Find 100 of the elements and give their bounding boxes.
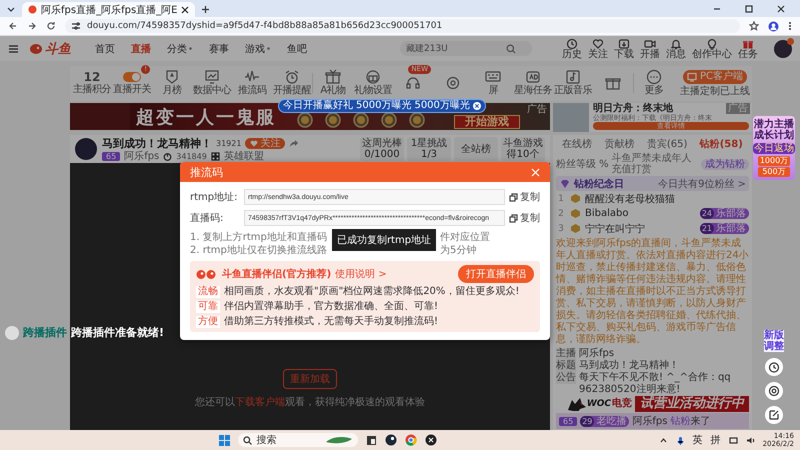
site-logo[interactable]: 斗鱼 [29, 40, 71, 58]
copy-icon [509, 192, 518, 202]
rank-number: 1 [557, 194, 565, 204]
toolbar-item[interactable]: 更多 [634, 67, 674, 98]
stat-label: 全站榜 [461, 144, 491, 154]
menu-icon[interactable] [8, 44, 19, 54]
start-game-button[interactable]: 开始游戏 [454, 115, 520, 129]
circle-app-icon[interactable] [385, 434, 398, 446]
stat-card[interactable]: 这周光棒 0/1000 [360, 137, 404, 161]
stat-card[interactable]: 1星挑战 1/3 [407, 137, 451, 161]
browser-tab[interactable]: 阿乐fps直播_阿乐fps直播_阿E [22, 2, 196, 17]
notice-text: 斗鱼严禁未成年人充值打赏 [612, 153, 693, 175]
nav-link[interactable]: 直播 [131, 42, 151, 56]
new-version-link[interactable]: 新版调整 [764, 330, 784, 352]
more-menu-icon[interactable] [788, 21, 792, 31]
close-icon[interactable] [776, 4, 786, 14]
microphone-icon[interactable] [676, 436, 685, 444]
forward-arrow-icon[interactable] [27, 21, 37, 31]
taskbar-search[interactable]: 搜索 [238, 433, 358, 447]
anniversary-count[interactable]: 今日共有9位粉丝 > [658, 176, 746, 190]
toolbar-item[interactable]: 正版音乐 [553, 67, 593, 98]
network-icon[interactable] [728, 436, 738, 444]
windows-logo-icon[interactable] [219, 434, 230, 446]
speaker-icon[interactable] [746, 436, 755, 444]
input-method-indicator[interactable]: 英 [692, 433, 703, 447]
new-tab-icon[interactable] [201, 5, 210, 14]
profile-icon[interactable] [768, 20, 779, 32]
tooltip: 已成功复制rtmp地址 [332, 229, 436, 251]
fan-name: Bibalabo [585, 208, 628, 219]
stat-value: 得10个 [506, 149, 540, 160]
rank-tab[interactable]: 贵宾(65) [646, 136, 688, 150]
fan-medal-icon [570, 223, 581, 234]
target-icon[interactable] [765, 382, 783, 400]
back-arrow-icon[interactable] [8, 21, 18, 31]
category-link[interactable]: 英雄联盟 [224, 150, 264, 162]
nav-link[interactable]: 鱼吧 [287, 42, 307, 56]
copy-button[interactable]: 复制 [509, 190, 540, 204]
streamer-name: 阿乐fps [124, 150, 160, 162]
address-field[interactable]: douyu.com/74598357dyshid=a9f5d47-f4bd8b88a85a81b656d23cc900051701 [65, 19, 740, 33]
nav-link[interactable]: 赛事 [209, 42, 229, 56]
toolbar-item[interactable]: 礼物设置 [353, 67, 393, 98]
close-icon[interactable] [181, 6, 190, 14]
timer-icon[interactable] [765, 358, 783, 376]
dark-app-icon[interactable] [425, 434, 438, 446]
plugin-tag: 跨播插件 [23, 325, 67, 340]
header-action[interactable]: 下载 [614, 38, 634, 60]
join-fan-button[interactable]: 成为钻粉 [701, 158, 749, 170]
header-action[interactable]: 关注 [588, 38, 608, 60]
nav-link[interactable]: 首页 [95, 42, 115, 56]
fan-medal-icon [570, 193, 581, 204]
close-icon[interactable] [472, 102, 481, 110]
feature-tag: 方便 [196, 316, 220, 328]
rank-tab[interactable]: 钻粉(58) [700, 136, 743, 150]
header-action[interactable]: 创作中心 [692, 38, 732, 60]
partner-title: 斗鱼直播伴侣(官方推荐) [222, 267, 332, 281]
help-link[interactable]: 使用说明 > [335, 267, 387, 281]
toolbar-item[interactable]: 开播提醒 [272, 67, 312, 98]
maximize-icon[interactable] [744, 4, 754, 14]
toolbar-item[interactable]: 推流码 [232, 67, 272, 98]
shield-icon [164, 68, 180, 84]
chevron-up-icon[interactable] [658, 436, 668, 444]
header-action[interactable]: 任务 [738, 38, 758, 60]
dialog-title: 推流码 [190, 164, 223, 180]
toolbar-item[interactable]: 星海任务 [513, 67, 553, 98]
search-icon[interactable] [506, 44, 516, 54]
flame-icon [163, 152, 172, 160]
heart-icon [250, 139, 258, 147]
rank-tab[interactable]: 在线榜 [562, 136, 592, 150]
edit-icon[interactable] [765, 406, 783, 424]
field-label: rtmp地址: [190, 190, 238, 204]
follow-button[interactable]: 关注 [245, 138, 286, 148]
toolbar-item[interactable]: 数据中心 [192, 67, 232, 98]
more-icon [646, 68, 662, 84]
toolbar-item[interactable]: 月榜 [152, 67, 192, 98]
bookmark-star-icon[interactable] [749, 21, 759, 31]
share-icon[interactable] [289, 138, 300, 148]
toolbar-item[interactable]: A礼物 [313, 67, 353, 98]
stat-card[interactable]: 斗鱼游戏 得10个 [501, 137, 545, 161]
headset-icon [405, 74, 421, 90]
reload-icon[interactable] [46, 21, 56, 31]
open-partner-button[interactable]: 打开直播伴侣 [458, 265, 534, 283]
stat-card[interactable]: 全站榜 [454, 137, 498, 161]
copy-button[interactable]: 复制 [509, 211, 540, 225]
user-avatar[interactable] [774, 40, 792, 58]
nav-link[interactable]: 游戏 [245, 42, 271, 56]
stat-value: 0/1000 [364, 149, 400, 160]
toggle-switch[interactable] [123, 72, 141, 82]
promo-card[interactable]: 潜力主播成长计划 今日返场 1000万 500万 [753, 116, 795, 180]
header-action[interactable]: 开播 [640, 38, 660, 60]
nav-link[interactable]: 分类 [167, 42, 193, 56]
toolbar-item[interactable]: 屏 [473, 67, 513, 98]
stat-label: 1星挑战 [410, 138, 448, 149]
rank-tab[interactable]: 贡献榜 [604, 136, 635, 150]
header-action[interactable]: 消息 [666, 38, 686, 60]
input-method-indicator[interactable]: 拼 [710, 433, 721, 447]
toolbar-item[interactable]: 12 主播积分 [72, 67, 112, 98]
window-app-icon[interactable] [366, 434, 378, 446]
site-settings-icon[interactable] [71, 21, 81, 31]
header-action[interactable]: 历史 [562, 38, 582, 60]
browser-icon[interactable] [405, 434, 418, 446]
